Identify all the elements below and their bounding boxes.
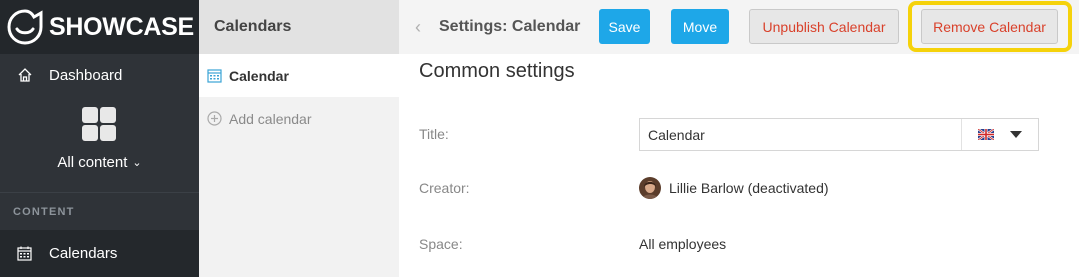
panel-title: Calendars <box>199 0 399 54</box>
panel-item-add-calendar[interactable]: Add calendar <box>199 97 399 140</box>
all-content-switcher[interactable]: All content ⌄ <box>0 96 199 192</box>
space-label: Space: <box>419 236 463 252</box>
all-content-dropdown[interactable]: All content ⌄ <box>0 154 199 171</box>
creator-value: Lillie Barlow (deactivated) <box>639 177 829 199</box>
panel-item-label: Calendar <box>229 67 289 84</box>
calendar-icon <box>207 69 222 83</box>
title-input[interactable]: Calendar <box>640 119 962 150</box>
space-value: All employees <box>639 236 727 252</box>
nav-dashboard-label: Dashboard <box>49 66 123 84</box>
save-button[interactable]: Save <box>599 9 650 44</box>
home-icon <box>18 68 32 82</box>
title-field[interactable]: Calendar <box>639 118 1039 151</box>
nav-item-dashboard[interactable]: Dashboard <box>0 54 199 96</box>
calendars-panel: Calendars Calendar Add calendar <box>199 0 399 277</box>
panel-item-label: Add calendar <box>229 110 312 127</box>
creator-label: Creator: <box>419 180 470 196</box>
apps-grid-icon <box>82 107 116 141</box>
showcase-logo-icon <box>7 9 43 45</box>
move-button[interactable]: Move <box>671 9 729 44</box>
section-title: Common settings <box>419 60 575 82</box>
brand-name: SHOWCASE <box>49 12 194 41</box>
caret-down-icon <box>1010 131 1022 138</box>
main-content: ‹ Settings: Calendar Save Move Unpublish… <box>399 0 1079 277</box>
title-label: Title: <box>419 126 449 142</box>
back-chevron-icon[interactable]: ‹ <box>415 17 421 38</box>
nav-calendars-label: Calendars <box>49 245 118 262</box>
nav-section-heading: CONTENT <box>0 192 199 230</box>
uk-flag-icon <box>978 129 994 140</box>
nav-item-calendars[interactable]: Calendars <box>0 230 199 277</box>
creator-name: Lillie Barlow (deactivated) <box>669 180 829 196</box>
highlight-outline <box>908 1 1072 52</box>
avatar <box>639 177 661 199</box>
language-selector[interactable] <box>962 119 1038 150</box>
main-sidebar: SHOWCASE Dashboard All content ⌄ CONTENT … <box>0 0 199 277</box>
brand-header[interactable]: SHOWCASE <box>0 0 199 54</box>
unpublish-button[interactable]: Unpublish Calendar <box>749 9 899 44</box>
all-content-label: All content <box>57 154 128 171</box>
page-title: Settings: Calendar <box>439 18 581 35</box>
calendar-icon <box>17 246 32 261</box>
add-circle-icon <box>207 111 222 126</box>
chevron-down-icon: ⌄ <box>132 157 142 169</box>
toolbar: ‹ Settings: Calendar Save Move Unpublish… <box>399 0 1079 54</box>
panel-item-calendar[interactable]: Calendar <box>199 54 399 97</box>
